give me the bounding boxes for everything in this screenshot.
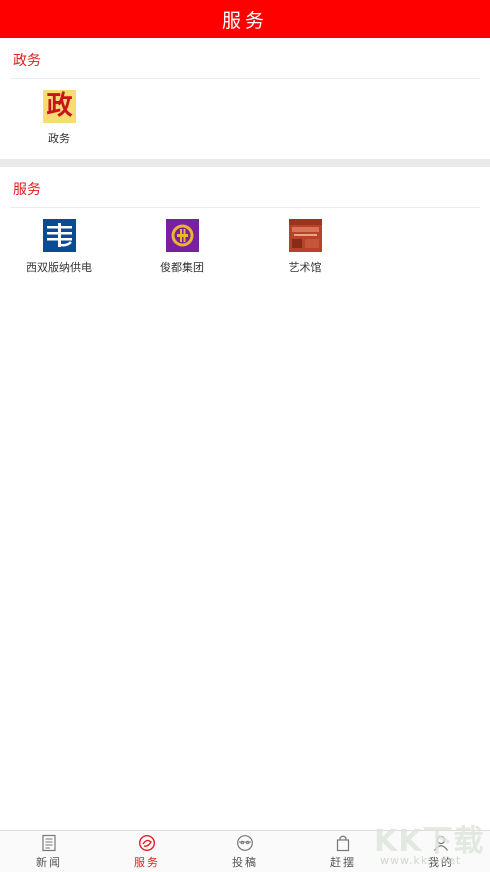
jundu-logo-icon [166,219,199,252]
service-icon [138,834,156,852]
shopping-bag-icon [336,835,350,852]
tile-label: 艺术馆 [288,261,322,274]
tile-label: 俊都集团 [160,261,204,274]
tab-service[interactable]: 服务 [98,831,196,872]
tile-power-supply[interactable]: 西双版纳供电 [9,207,109,277]
section-label: 政务 [13,53,41,69]
section-label: 服务 [13,182,41,198]
submit-icon [237,835,253,851]
tab-label: 服务 [134,856,160,869]
section-divider [0,159,490,167]
tab-label: 新闻 [36,856,62,869]
tile-label: 政务 [48,132,70,145]
tab-label: 投稿 [232,856,258,869]
section-header: 政务 [10,38,480,79]
tile-art-museum[interactable]: 艺术馆 [255,207,355,277]
section-fuwu: 服务 西双版纳供电 俊都集团 艺术馆 [0,167,490,297]
section-header: 服务 [10,167,480,208]
tab-news[interactable]: 新闻 [0,831,98,872]
tile-grid: 西双版纳供电 俊都集团 艺术馆 [0,207,490,287]
tile-label: 西双版纳供电 [26,261,92,274]
tab-market[interactable]: 赶摆 [294,831,392,872]
section-zhengwu: 政务 政 政务 [0,38,490,159]
zhengwu-icon: 政 [43,90,76,123]
newspaper-icon [42,834,56,852]
page-title: 服务 [221,9,268,32]
tile-grid: 政 政务 [0,78,490,158]
tab-label: 我的 [428,856,454,869]
tile-zhengwu[interactable]: 政 政务 [9,78,109,148]
user-icon [434,835,448,851]
art-museum-icon [289,219,322,252]
tile-jundu-group[interactable]: 俊都集团 [132,207,232,277]
bottom-tab-bar: 新闻 服务 投稿 赶摆 我的 [0,830,490,872]
tab-submit[interactable]: 投稿 [196,831,294,872]
tab-profile[interactable]: 我的 [392,831,490,872]
tab-label: 赶摆 [330,856,356,869]
power-grid-icon [43,219,76,252]
top-bar: 服务 [0,0,490,38]
